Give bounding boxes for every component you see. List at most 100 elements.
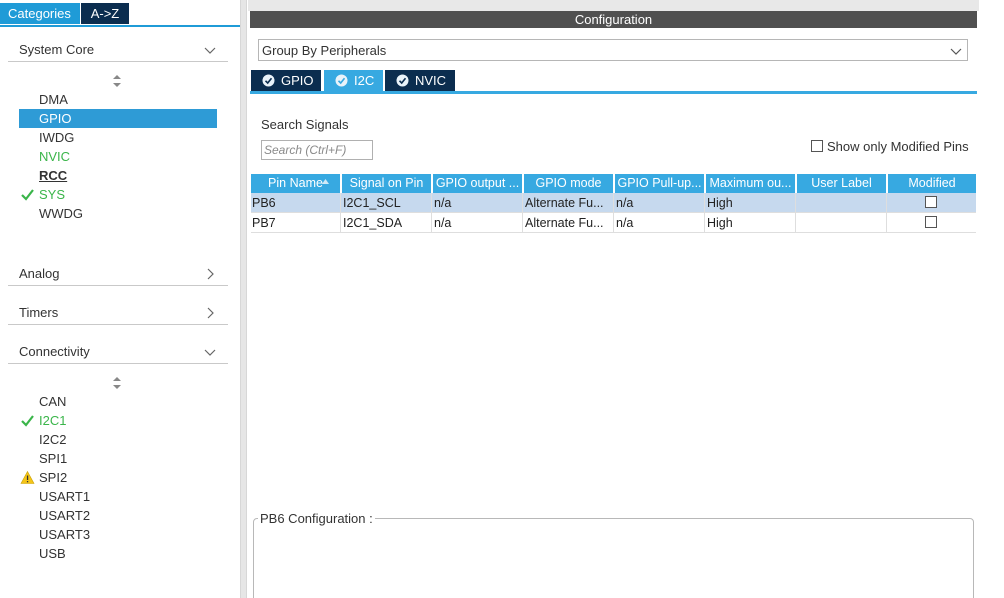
list-item-spi1[interactable]: SPI1 — [19, 449, 217, 468]
pin-configuration-legend: PB6 Configuration : — [258, 511, 375, 526]
chevron-down-icon — [950, 48, 962, 55]
cell-max-output: High — [706, 213, 796, 233]
group-by-select[interactable]: Group By Peripherals — [258, 39, 968, 61]
warning-icon — [20, 470, 35, 484]
cell-pull: n/a — [615, 213, 705, 233]
modified-checkbox[interactable] — [925, 196, 937, 208]
cell-pull: n/a — [615, 193, 705, 213]
category-system-core[interactable]: System Core — [8, 38, 228, 62]
category-label: System Core — [19, 42, 95, 57]
cell-signal: I2C1_SDA — [342, 213, 432, 233]
category-analog[interactable]: Analog — [8, 262, 228, 286]
tab-i2c[interactable]: I2C — [324, 70, 383, 91]
tab-nvic[interactable]: NVIC — [385, 70, 455, 91]
list-item-sys[interactable]: SYS — [19, 185, 217, 204]
cell-output: n/a — [433, 213, 523, 233]
item-label: USART2 — [39, 508, 91, 523]
check-icon — [21, 189, 34, 201]
sort-icon[interactable] — [112, 74, 122, 88]
column-label: GPIO Pull-up... — [617, 176, 702, 190]
pin-configuration-group: PB6 Configuration : — [253, 511, 974, 598]
column-signal-on-pin[interactable]: Signal on Pin — [342, 174, 432, 193]
panel-splitter[interactable] — [240, 0, 247, 598]
list-item-rcc[interactable]: RCC — [19, 166, 217, 185]
column-gpio-mode[interactable]: GPIO mode — [524, 174, 614, 193]
table-row[interactable]: PB7 I2C1_SDA n/a Alternate Fu... n/a Hig… — [251, 213, 976, 233]
list-item-usb[interactable]: USB — [19, 544, 217, 563]
tab-underline — [0, 25, 240, 27]
tab-categories[interactable]: Categories — [0, 3, 80, 24]
column-label: User Label — [811, 176, 872, 190]
list-item-can[interactable]: CAN — [19, 392, 217, 411]
item-label: DMA — [39, 92, 68, 107]
tab-label: I2C — [354, 73, 375, 88]
column-label: Maximum ou... — [709, 176, 792, 190]
list-item-gpio[interactable]: GPIO — [19, 109, 217, 128]
cell-mode: Alternate Fu... — [524, 213, 614, 233]
search-input[interactable] — [261, 140, 373, 160]
category-timers[interactable]: Timers — [8, 301, 228, 325]
item-label: SPI1 — [39, 451, 68, 466]
sort-icon[interactable] — [112, 376, 122, 390]
cell-user-label[interactable] — [797, 193, 887, 213]
table-header: Pin Name Signal on Pin GPIO output ... G… — [251, 174, 976, 193]
column-gpio-pull[interactable]: GPIO Pull-up... — [615, 174, 705, 193]
configuration-title: Configuration — [250, 11, 977, 28]
cell-user-label[interactable] — [797, 213, 887, 233]
cell-pin: PB7 — [251, 213, 341, 233]
list-item-usart1[interactable]: USART1 — [19, 487, 217, 506]
check-circle-icon — [396, 74, 409, 87]
item-label: USART1 — [39, 489, 91, 504]
tab-label: GPIO — [281, 73, 314, 88]
tab-underline — [250, 91, 977, 94]
group-by-value: Group By Peripherals — [262, 43, 387, 58]
top-strip — [248, 0, 1004, 11]
column-label: GPIO output ... — [435, 176, 520, 190]
item-label: CAN — [39, 394, 67, 409]
item-label: USB — [39, 546, 66, 561]
chevron-right-icon — [207, 268, 214, 280]
cell-max-output: High — [706, 193, 796, 213]
list-item-iwdg[interactable]: IWDG — [19, 128, 217, 147]
category-label: Connectivity — [19, 344, 90, 359]
list-item-usart2[interactable]: USART2 — [19, 506, 217, 525]
column-user-label[interactable]: User Label — [797, 174, 887, 193]
list-item-usart3[interactable]: USART3 — [19, 525, 217, 544]
list-item-spi2[interactable]: SPI2 — [19, 468, 217, 487]
search-signals-label: Search Signals — [261, 117, 349, 132]
column-gpio-output[interactable]: GPIO output ... — [433, 174, 523, 193]
chevron-right-icon — [207, 307, 214, 319]
modified-checkbox[interactable] — [925, 216, 937, 228]
item-label: USART3 — [39, 527, 91, 542]
table-row[interactable]: PB6 I2C1_SCL n/a Alternate Fu... n/a Hig… — [251, 193, 976, 213]
check-circle-icon — [335, 74, 348, 87]
cell-signal: I2C1_SCL — [342, 193, 432, 213]
column-maximum-output[interactable]: Maximum ou... — [706, 174, 796, 193]
list-item-nvic[interactable]: NVIC — [19, 147, 217, 166]
check-circle-icon — [262, 74, 275, 87]
categories-panel: Categories A->Z System Core DMA GPIO IWD… — [0, 0, 240, 598]
chevron-down-icon — [204, 349, 216, 356]
list-item-dma[interactable]: DMA — [19, 90, 217, 109]
item-label: IWDG — [39, 130, 75, 145]
category-label: Analog — [19, 266, 60, 281]
column-label: Signal on Pin — [349, 176, 424, 190]
tab-a-z[interactable]: A->Z — [81, 3, 129, 24]
column-label: GPIO mode — [535, 176, 602, 190]
cell-modified — [888, 213, 976, 233]
item-label: RCC — [39, 168, 68, 183]
column-modified[interactable]: Modified — [888, 174, 976, 193]
configuration-panel: Configuration Group By Peripherals GPIO … — [248, 0, 1004, 598]
item-label: I2C1 — [39, 413, 67, 428]
tab-label: NVIC — [415, 73, 447, 88]
cell-modified — [888, 193, 976, 213]
list-item-i2c1[interactable]: I2C1 — [19, 411, 217, 430]
list-item-wwdg[interactable]: WWDG — [19, 204, 217, 223]
checkbox-box[interactable] — [811, 140, 823, 152]
sort-asc-icon — [322, 179, 329, 184]
tab-gpio[interactable]: GPIO — [251, 70, 321, 91]
item-label: SYS — [39, 187, 66, 202]
item-label: I2C2 — [39, 432, 67, 447]
category-connectivity[interactable]: Connectivity — [8, 340, 228, 364]
list-item-i2c2[interactable]: I2C2 — [19, 430, 217, 449]
